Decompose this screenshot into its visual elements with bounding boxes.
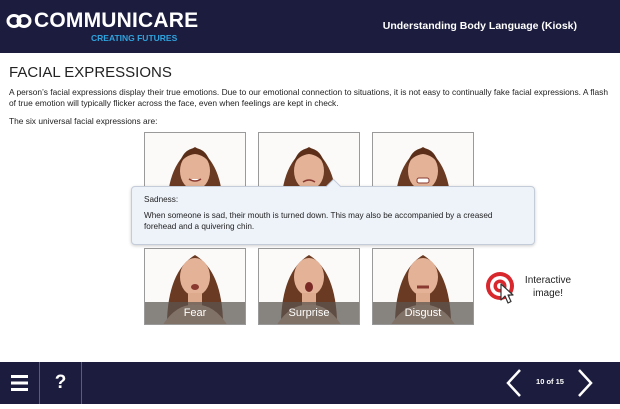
expression-label: Disgust [373, 302, 473, 324]
chevron-right-icon[interactable] [574, 368, 596, 398]
help-button[interactable]: ? [40, 362, 82, 404]
footer-bar: ? 10 of 15 [0, 362, 620, 404]
expression-label: Fear [145, 302, 245, 324]
header-bar: COMMUNICARE CREATING FUTURES Understandi… [0, 0, 620, 53]
lead-text: The six universal facial expressions are… [9, 116, 158, 126]
course-title: Understanding Body Language (Kiosk) [382, 20, 577, 32]
interactive-hint-text: Interactive image! [524, 275, 572, 299]
slide-counter: 10 of 15 [536, 377, 564, 386]
expression-label: Surprise [259, 302, 359, 324]
brand-tagline: CREATING FUTURES [91, 33, 178, 43]
intro-paragraph: A person’s facial expressions display th… [9, 87, 608, 108]
brand-name: COMMUNICARE [34, 9, 199, 32]
callout-title: Sadness: [144, 195, 179, 204]
expression-tile-surprise[interactable]: Surprise [258, 248, 360, 325]
slide-title: FACIAL EXPRESSIONS [9, 64, 172, 81]
infinity-loop-icon [6, 14, 32, 28]
expression-tile-disgust[interactable]: Disgust [372, 248, 474, 325]
menu-button[interactable] [0, 362, 40, 404]
expression-tile-fear[interactable]: Fear [144, 248, 246, 325]
callout-body: When someone is sad, their mouth is turn… [144, 211, 493, 231]
target-click-icon [486, 272, 514, 304]
chevron-left-icon[interactable] [503, 368, 525, 398]
expression-callout: Sadness: When someone is sad, their mout… [131, 178, 535, 245]
hamburger-menu-icon [11, 375, 28, 391]
